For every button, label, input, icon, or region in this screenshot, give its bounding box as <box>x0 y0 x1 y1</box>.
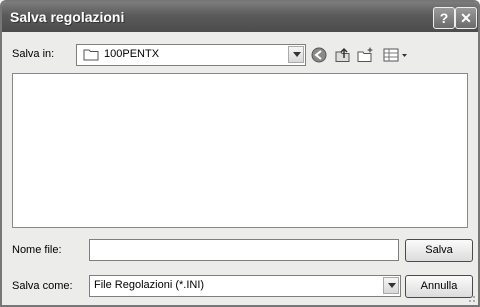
close-button[interactable]: ✕ <box>455 7 477 29</box>
filename-label: Nome file: <box>12 244 62 256</box>
folder-icon <box>83 49 99 61</box>
new-folder-icon[interactable] <box>357 46 375 64</box>
save-as-type-label: Salva come: <box>12 280 73 292</box>
chevron-down-icon[interactable] <box>383 277 399 294</box>
save-in-label: Salva in: <box>12 48 55 60</box>
resize-grip-icon[interactable] <box>466 293 476 303</box>
save-as-type-value: File Regolazioni (*.INI) <box>94 279 205 291</box>
save-in-value: 100PENTX <box>104 48 160 60</box>
help-button[interactable]: ? <box>433 7 455 29</box>
save-dialog: Salva regolazioni ? ✕ Salva in: 100PENTX… <box>0 0 480 307</box>
window-title: Salva regolazioni <box>10 9 125 25</box>
save-button[interactable]: Salva <box>405 239 473 262</box>
views-menu-icon[interactable] <box>382 46 410 64</box>
back-icon[interactable] <box>310 46 328 64</box>
save-in-dropdown[interactable]: 100PENTX <box>76 44 306 66</box>
chevron-down-icon[interactable] <box>288 46 304 63</box>
filename-input[interactable] <box>89 239 399 261</box>
cancel-button[interactable]: Annulla <box>405 275 473 298</box>
file-list[interactable] <box>12 73 468 228</box>
save-as-type-dropdown[interactable]: File Regolazioni (*.INI) <box>89 275 401 297</box>
title-bar: Salva regolazioni ? ✕ <box>2 2 478 32</box>
up-folder-icon[interactable] <box>334 46 352 64</box>
